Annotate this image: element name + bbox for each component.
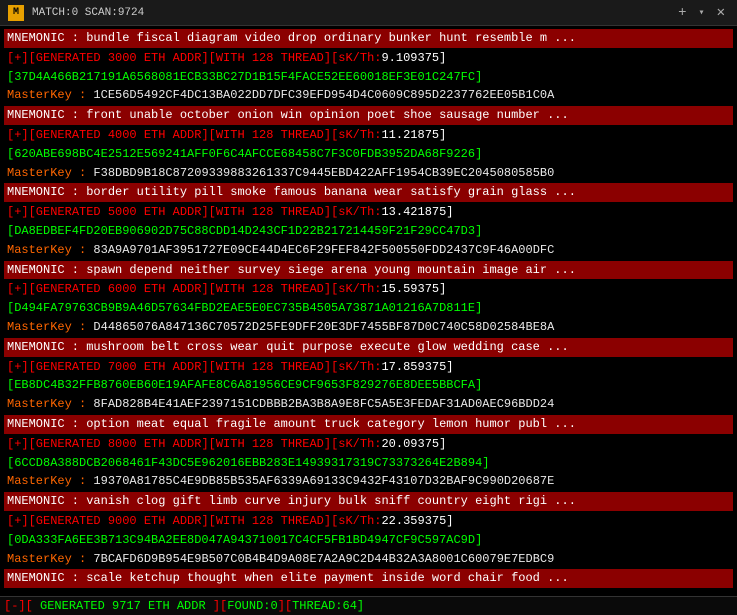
address-line: [620ABE698BC4E2512E569241AFF0F6C4AFCCE68…: [4, 145, 733, 164]
title-text: MATCH:0 SCAN:9724: [32, 7, 666, 19]
mnemonic-line: MNEMONIC : mushroom belt cross wear quit…: [4, 338, 733, 357]
status-thread-val: 64: [343, 599, 357, 613]
status-generated-label: GENERATED: [33, 599, 112, 613]
mnemonic-line: MNEMONIC : vanish clog gift limb curve i…: [4, 492, 733, 511]
status-text: [-][ GENERATED 9717 ETH ADDR ][FOUND:0][…: [4, 599, 364, 613]
address-line: [0DA333FA6EE3B713C94BA2EE8D047A943710017…: [4, 531, 733, 550]
address-line: [6CCD8A388DCB2068461F43DC5E962016EBB283E…: [4, 454, 733, 473]
master-key-line: MasterKey : 1CE56D5492CF4DC13BA022DD7DFC…: [4, 86, 733, 105]
status-scan-num: 9717: [112, 599, 141, 613]
app-icon: M: [8, 5, 24, 21]
mnemonic-line: MNEMONIC : spawn depend neither survey s…: [4, 261, 733, 280]
master-key-line: MasterKey : F38DBD9B18C87209339883261337…: [4, 164, 733, 183]
address-line: [DA8EDBEF4FD20EB906902D75C88CDD14D243CF1…: [4, 222, 733, 241]
status-found-val: 0: [270, 599, 277, 613]
mnemonic-line: MNEMONIC : bundle fiscal diagram video d…: [4, 29, 733, 48]
master-key-line: MasterKey : 19370A81785C4E9DB85B535AF633…: [4, 472, 733, 491]
address-line: [37D4A466B217191A6568081ECB33BC27D1B15F4…: [4, 68, 733, 87]
new-tab-button[interactable]: +: [674, 5, 690, 21]
address-line: [EB8DC4B32FFB8760EB60E19AFAFE8C6A81956CE…: [4, 376, 733, 395]
content-area: MNEMONIC : bundle fiscal diagram video d…: [0, 26, 737, 596]
status-bar: [-][ GENERATED 9717 ETH ADDR ][FOUND:0][…: [0, 596, 737, 615]
mnemonic-line: MNEMONIC : option meat equal fragile amo…: [4, 415, 733, 434]
status-eth-label: ETH ADDR: [141, 599, 213, 613]
mnemonic-line: MNEMONIC : border utility pill smoke fam…: [4, 183, 733, 202]
master-key-line: MasterKey : 8FAD828B4E41AEF2397151CDBBB2…: [4, 395, 733, 414]
generated-line: [+][GENERATED 4000 ETH ADDR][WITH 128 TH…: [4, 126, 733, 145]
status-found-bracket: ][: [213, 599, 227, 613]
close-button[interactable]: ✕: [713, 4, 729, 21]
generated-line: [+][GENERATED 5000 ETH ADDR][WITH 128 TH…: [4, 203, 733, 222]
generated-line: [+][GENERATED 9000 ETH ADDR][WITH 128 TH…: [4, 512, 733, 531]
title-bar: M MATCH:0 SCAN:9724 + ▾ ✕: [0, 0, 737, 26]
address-line: [D494FA79763CB9B9A46D57634FBD2EAE5E0EC73…: [4, 299, 733, 318]
status-minus: [-][: [4, 599, 33, 613]
mnemonic-line: MNEMONIC : scale ketchup thought when el…: [4, 569, 733, 588]
icon-letter: M: [13, 7, 19, 18]
generated-line: [+][GENERATED 6000 ETH ADDR][WITH 128 TH…: [4, 280, 733, 299]
status-thread-bracket: ][: [278, 599, 292, 613]
dropdown-button[interactable]: ▾: [699, 7, 705, 19]
master-key-line: MasterKey : D44865076A847136C70572D25FE9…: [4, 318, 733, 337]
generated-line: [+][GENERATED 3000 ETH ADDR][WITH 128 TH…: [4, 49, 733, 68]
status-close-bracket: ]: [357, 599, 364, 613]
app-window: M MATCH:0 SCAN:9724 + ▾ ✕ MNEMONIC : bun…: [0, 0, 737, 615]
generated-line: [+][GENERATED 7000 ETH ADDR][WITH 128 TH…: [4, 358, 733, 377]
mnemonic-line: MNEMONIC : front unable october onion wi…: [4, 106, 733, 125]
generated-line: [+][GENERATED 8000 ETH ADDR][WITH 128 TH…: [4, 435, 733, 454]
status-found-label: FOUND:: [227, 599, 270, 613]
status-thread-label: THREAD:: [292, 599, 342, 613]
master-key-line: MasterKey : 83A9A9701AF3951727E09CE44D4E…: [4, 241, 733, 260]
master-key-line: MasterKey : 7BCAFD6D9B954E9B507C0B4B4D9A…: [4, 550, 733, 569]
